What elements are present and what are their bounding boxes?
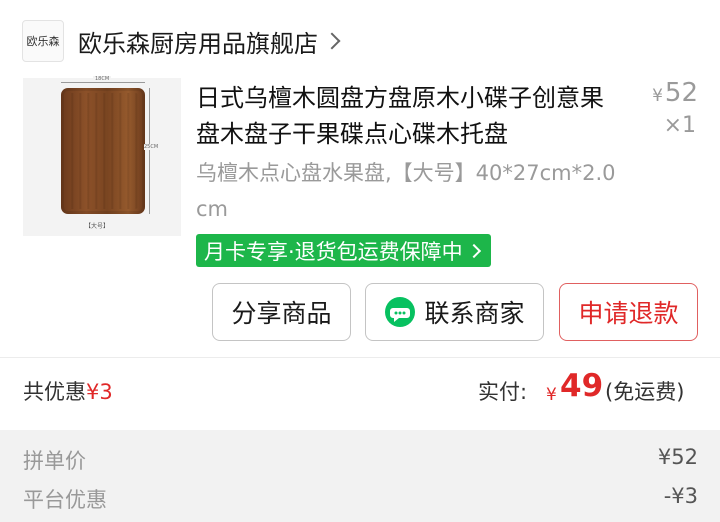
chevron-right-icon (466, 243, 481, 258)
request-refund-button[interactable]: 申请退款 (559, 283, 698, 341)
group-price-label: 拼单价 (23, 449, 86, 473)
dimension-line-top (61, 82, 145, 86)
total-discount: 共优惠¥3 (23, 376, 113, 406)
product-title[interactable]: 日式乌檀木圆盘方盘原木小碟子创意果盘木盘子干果碟点心碟木托盘 (196, 80, 616, 152)
product-price: ¥52 (652, 78, 698, 108)
dimension-line-side (149, 88, 153, 214)
paid-amount: 49 (560, 368, 604, 404)
dimension-side-label: 25CM (144, 144, 159, 150)
price-currency: ¥ (652, 86, 663, 106)
shop-name[interactable]: 欧乐森厨房用品旗舰店 (78, 24, 318, 59)
chevron-right-icon[interactable] (323, 32, 341, 50)
product-image[interactable]: 18CM 25CM 【大号】 (23, 76, 181, 236)
shipping-note: (免运费) (605, 380, 685, 404)
wechat-chat-icon (385, 297, 416, 327)
divider (0, 357, 720, 358)
shop-header[interactable]: 欧乐森 欧乐森厨房用品旗舰店 (22, 18, 341, 64)
image-size-label: 【大号】 (85, 223, 110, 230)
promo-text: 月卡专享·退货包运费保障中 (204, 239, 463, 264)
platform-discount-label: 平台优惠 (23, 488, 107, 512)
wooden-tray-image (61, 88, 145, 214)
product-quantity: ×1 (663, 113, 696, 138)
contact-seller-button[interactable]: 联系商家 (365, 283, 544, 341)
order-card: 欧乐森 欧乐森厨房用品旗舰店 18CM 25CM 【大号】 日式乌檀木圆盘方盘原… (0, 0, 720, 430)
group-price-value: ¥52 (657, 445, 698, 469)
dimension-top-label: 18CM (93, 76, 112, 82)
promo-badge[interactable]: 月卡专享·退货包运费保障中 (196, 234, 491, 267)
paid-label: 实付: (478, 380, 528, 404)
discount-value: ¥3 (86, 380, 113, 404)
share-product-button[interactable]: 分享商品 (212, 283, 351, 341)
product-spec: 乌檀木点心盘水果盘,【大号】40*27cm*2.0cm (196, 161, 616, 221)
price-value: 52 (664, 78, 698, 108)
platform-discount-value: -¥3 (663, 484, 698, 508)
shop-logo: 欧乐森 (22, 20, 64, 62)
discount-label: 共优惠 (23, 380, 86, 404)
contact-seller-label: 联系商家 (424, 299, 525, 328)
paid-currency: ¥ (546, 385, 557, 405)
